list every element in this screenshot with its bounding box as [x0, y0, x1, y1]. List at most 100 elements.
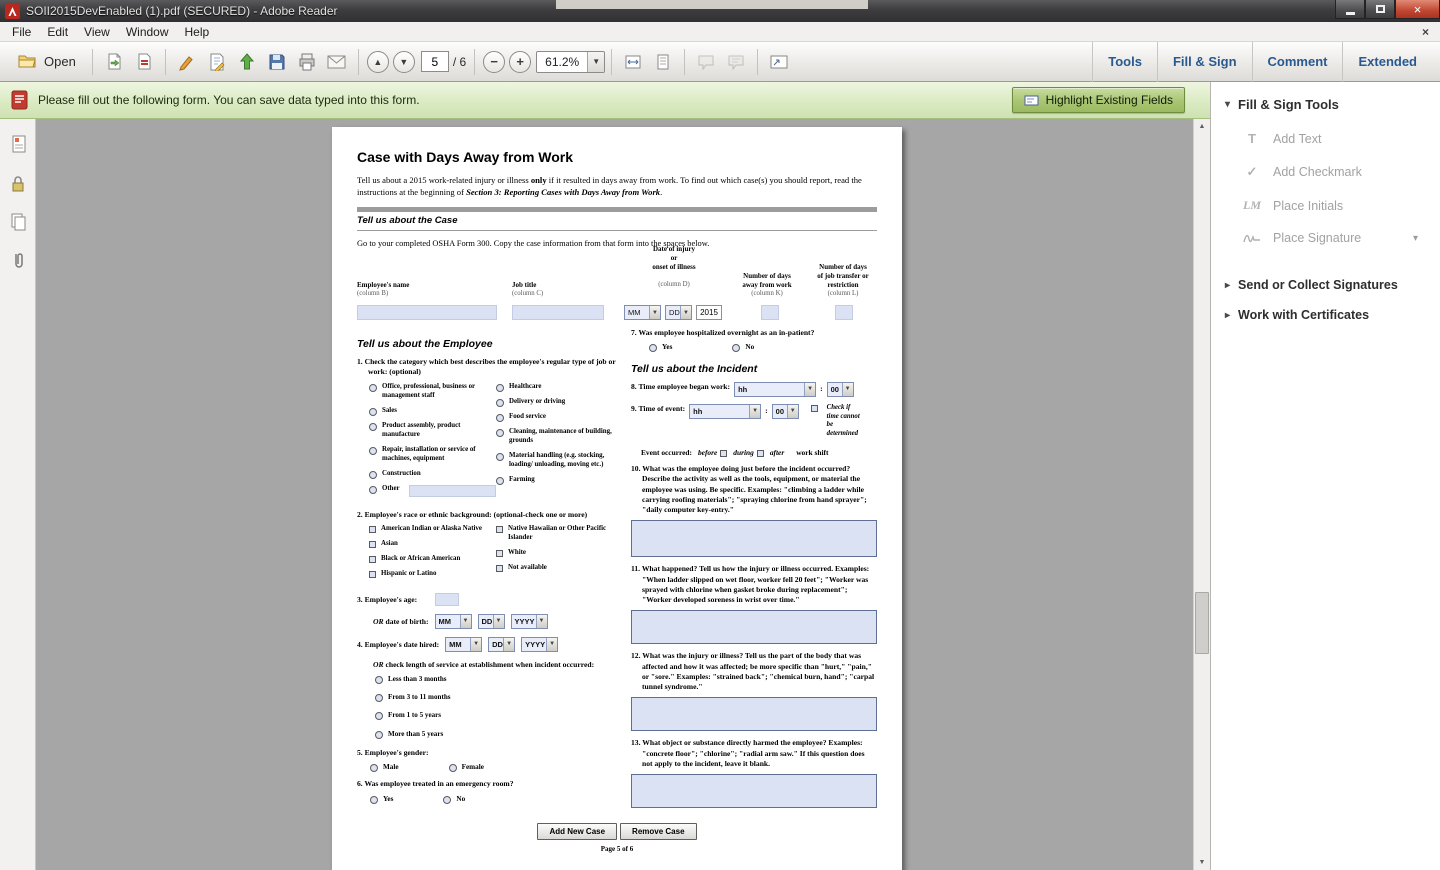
radio-other[interactable]	[369, 486, 377, 494]
tab-fill-sign[interactable]: Fill & Sign	[1158, 42, 1252, 82]
maximize-button[interactable]	[1365, 0, 1395, 19]
chevron-down-icon[interactable]: ▾	[1413, 233, 1418, 244]
place-initials-tool[interactable]: LM Place Initials	[1211, 189, 1440, 222]
employee-age-field[interactable]	[435, 593, 459, 606]
dob-day-select[interactable]: DD▼	[478, 614, 505, 629]
sign-button[interactable]	[173, 47, 201, 77]
share-button[interactable]	[233, 47, 261, 77]
hired-year-select[interactable]: YYYY▼	[521, 637, 558, 652]
radio-farming[interactable]	[496, 477, 504, 485]
q10-answer-field[interactable]	[631, 520, 877, 557]
dob-month-select[interactable]: MM▼	[435, 614, 472, 629]
radio-product-assembly[interactable]	[369, 423, 377, 431]
layers-button[interactable]	[5, 209, 31, 235]
export-doc-button[interactable]	[130, 47, 158, 77]
tab-tools[interactable]: Tools	[1093, 42, 1157, 82]
close-pane-icon[interactable]: ×	[1422, 25, 1429, 39]
dob-year-select[interactable]: YYYY▼	[511, 614, 548, 629]
fit-page-button[interactable]	[649, 47, 677, 77]
injury-month-select[interactable]: MM▼	[624, 305, 661, 320]
job-title-field[interactable]	[512, 305, 604, 320]
radio-healthcare[interactable]	[496, 384, 504, 392]
fit-width-button[interactable]	[619, 47, 647, 77]
radio-less-3-months[interactable]	[375, 676, 383, 684]
open-button[interactable]: Open	[9, 47, 85, 77]
vertical-scrollbar[interactable]: ▲ ▼	[1193, 119, 1210, 870]
radio-repair[interactable]	[369, 447, 377, 455]
checkbox-black[interactable]	[369, 556, 376, 563]
tab-extended[interactable]: Extended	[1343, 42, 1432, 82]
print-button[interactable]	[293, 47, 321, 77]
zoom-level-select[interactable]: 61.2% ▼	[536, 51, 605, 73]
began-hour-select[interactable]: hh▼	[734, 382, 816, 397]
days-away-field[interactable]	[761, 305, 779, 320]
radio-male[interactable]	[370, 764, 378, 772]
radio-er-yes[interactable]	[370, 796, 378, 804]
scroll-up-icon[interactable]: ▲	[1194, 119, 1210, 134]
q13-answer-field[interactable]	[631, 774, 877, 808]
close-button[interactable]: ×	[1395, 0, 1440, 19]
radio-cleaning[interactable]	[496, 429, 504, 437]
save-copy-button[interactable]	[100, 47, 128, 77]
page-number-input[interactable]	[421, 51, 449, 72]
remove-case-button[interactable]: Remove Case	[620, 823, 696, 840]
zoom-in-button[interactable]: +	[509, 51, 531, 73]
add-text-tool[interactable]: T Add Text	[1211, 122, 1440, 155]
other-text-field[interactable]	[409, 485, 496, 497]
radio-material-handling[interactable]	[496, 453, 504, 461]
send-collect-signatures-section[interactable]: ▸ Send or Collect Signatures	[1211, 270, 1440, 300]
event-minute-select[interactable]: 00▼	[772, 404, 799, 419]
add-checkmark-tool[interactable]: ✓ Add Checkmark	[1211, 155, 1440, 189]
tab-comment[interactable]: Comment	[1253, 42, 1343, 82]
radio-sales[interactable]	[369, 408, 377, 416]
add-text-button[interactable]	[203, 47, 231, 77]
radio-hospital-no[interactable]	[732, 344, 740, 352]
radio-construction[interactable]	[369, 471, 377, 479]
checkbox-native-hawaiian[interactable]	[496, 526, 503, 533]
checkbox-time-undetermined[interactable]	[811, 405, 818, 412]
zoom-out-button[interactable]: −	[483, 51, 505, 73]
began-minute-select[interactable]: 00▼	[827, 382, 854, 397]
menu-edit[interactable]: Edit	[39, 23, 76, 41]
minimize-button[interactable]	[1335, 0, 1365, 19]
radio-food-service[interactable]	[496, 414, 504, 422]
radio-female[interactable]	[449, 764, 457, 772]
checkbox-white[interactable]	[496, 550, 503, 557]
radio-hospital-yes[interactable]	[649, 344, 657, 352]
q12-answer-field[interactable]	[631, 697, 877, 731]
hired-day-select[interactable]: DD▼	[488, 637, 515, 652]
radio-office-staff[interactable]	[369, 384, 377, 392]
highlight-existing-fields-button[interactable]: Highlight Existing Fields	[1012, 87, 1185, 113]
previous-page-button[interactable]: ▲	[367, 51, 389, 73]
radio-delivery[interactable]	[496, 399, 504, 407]
page-thumbnails-button[interactable]	[5, 131, 31, 157]
attachments-button[interactable]	[5, 248, 31, 274]
event-hour-select[interactable]: hh▼	[689, 404, 761, 419]
radio-1-to-5-years[interactable]	[375, 712, 383, 720]
hired-month-select[interactable]: MM▼	[445, 637, 482, 652]
menu-file[interactable]: File	[4, 23, 39, 41]
checkbox-before[interactable]	[720, 450, 727, 457]
add-new-case-button[interactable]: Add New Case	[537, 823, 617, 840]
work-with-certificates-section[interactable]: ▸ Work with Certificates	[1211, 300, 1440, 330]
save-button[interactable]	[263, 47, 291, 77]
days-restriction-field[interactable]	[835, 305, 853, 320]
scroll-down-icon[interactable]: ▼	[1194, 855, 1210, 870]
scrollbar-thumb[interactable]	[1195, 592, 1209, 654]
radio-3-to-11-months[interactable]	[375, 694, 383, 702]
place-signature-tool[interactable]: Place Signature ▾	[1211, 222, 1440, 254]
checkbox-american-indian[interactable]	[369, 526, 376, 533]
menu-view[interactable]: View	[76, 23, 118, 41]
checkbox-during[interactable]	[757, 450, 764, 457]
radio-er-no[interactable]	[443, 796, 451, 804]
checkbox-asian[interactable]	[369, 541, 376, 548]
radio-more-5-years[interactable]	[375, 731, 383, 739]
security-button[interactable]	[5, 170, 31, 196]
panel-header[interactable]: ▾ Fill & Sign Tools	[1211, 82, 1440, 122]
checkbox-not-available[interactable]	[496, 565, 503, 572]
menu-help[interactable]: Help	[177, 23, 218, 41]
fullscreen-button[interactable]	[765, 47, 793, 77]
q11-answer-field[interactable]	[631, 610, 877, 644]
injury-day-select[interactable]: DD▼	[665, 305, 692, 320]
email-button[interactable]	[323, 47, 351, 77]
